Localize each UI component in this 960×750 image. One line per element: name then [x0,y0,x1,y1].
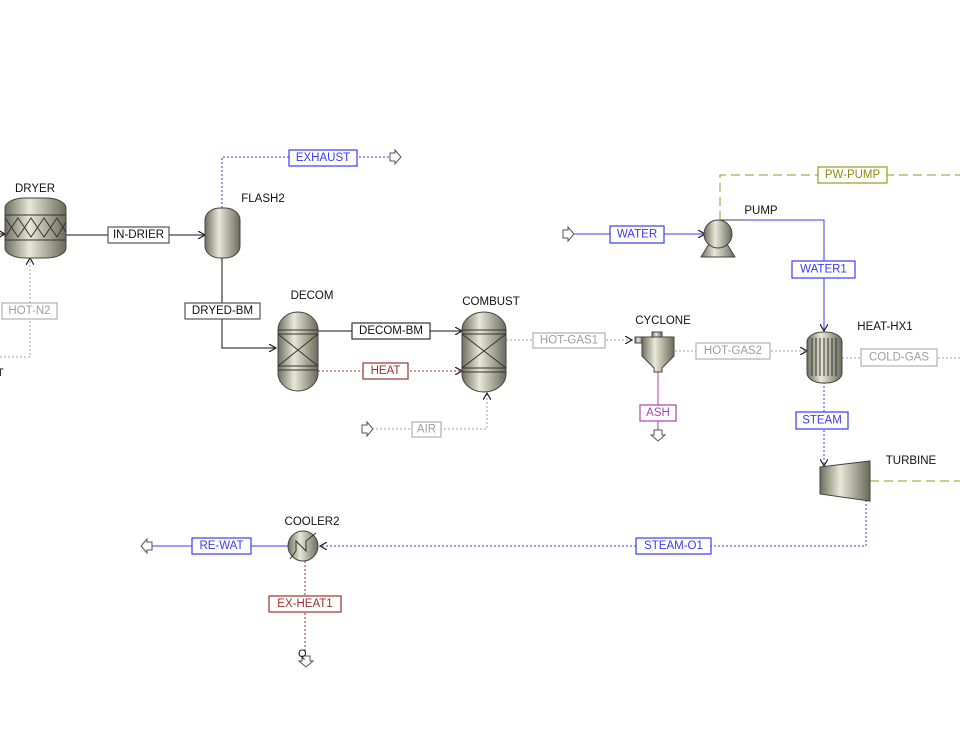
stream-label-water1[interactable]: WATER1 [791,260,856,279]
steam-o1-line[interactable] [320,500,867,546]
ash-text: ASH [646,407,670,419]
pump-label: PUMP [744,205,778,217]
stream-label-water[interactable]: WATER [609,225,665,244]
hot-n2-text: HOT-N2 [8,305,50,317]
water-text: WATER [617,229,657,241]
cut-off-label: T [0,367,4,379]
decom-bm-text: DECOM-BM [359,325,423,337]
exhaust-product-arrow-icon[interactable] [389,148,402,166]
heat-hx1-label: HEAT-HX1 [857,321,912,333]
flash2-label: FLASH2 [241,193,284,205]
air-feed-arrow-icon[interactable] [361,420,374,438]
hot-gas1-text: HOT-GAS1 [540,335,598,347]
combust-block[interactable] [461,311,507,393]
stream-label-ex-heat1[interactable]: EX-HEAT1 [268,595,342,613]
stream-label-ash[interactable]: ASH [639,404,677,422]
stream-label-steam-o1[interactable]: STEAM-O1 [635,537,712,555]
stream-label-re-wat[interactable]: RE-WAT [191,537,252,555]
cyclone-block[interactable] [634,331,675,373]
stream-label-cold-gas[interactable]: COLD-GAS [860,348,938,367]
dryer-label: DRYER [15,183,55,195]
stream-label-heat[interactable]: HEAT [362,362,409,380]
ash-product-arrow-icon[interactable] [649,429,667,442]
air-text: AIR [417,424,436,436]
exhaust-text: EXHAUST [296,152,350,164]
cyclone-label: CYCLONE [635,315,691,327]
water-feed-arrow-icon[interactable] [562,225,575,243]
cold-gas-text: COLD-GAS [869,352,929,364]
stream-label-dryed-bm[interactable]: DRYED-BM [184,302,261,320]
re-wat-product-arrow-icon[interactable] [140,537,153,555]
combust-label: COMBUST [462,296,520,308]
cooler2-label: COOLER2 [285,516,340,528]
decom-block[interactable] [277,311,319,392]
decom-label: DECOM [291,290,334,302]
hot-gas2-text: HOT-GAS2 [704,345,762,357]
ex-heat1-text: EX-HEAT1 [277,598,332,610]
stream-label-decom-bm[interactable]: DECOM-BM [351,322,431,340]
flash2-block[interactable] [204,207,241,259]
stream-label-in-drier[interactable]: IN-DRIER [107,226,170,244]
cooler2-block[interactable] [287,530,319,562]
heat-text: HEAT [371,365,401,377]
steam-text: STEAM [802,415,842,427]
dryed-bm-text: DRYED-BM [192,305,253,317]
pump-block[interactable] [700,219,746,258]
re-wat-text: RE-WAT [199,540,243,552]
water1-text: WATER1 [800,264,847,276]
heat-symbol: Q [298,648,307,660]
stream-label-air[interactable]: AIR [411,421,442,438]
stream-label-steam[interactable]: STEAM [795,411,849,430]
in-drier-text: IN-DRIER [113,229,164,241]
dryer-block[interactable] [4,197,67,259]
turbine-block[interactable] [819,460,871,502]
stream-label-pw-pump[interactable]: PW-PUMP [817,166,888,184]
pw-pump-text: PW-PUMP [825,169,881,181]
steam-o1-text: STEAM-O1 [644,540,703,552]
stream-label-hot-gas1[interactable]: HOT-GAS1 [532,332,606,349]
stream-label-hot-gas2[interactable]: HOT-GAS2 [695,342,771,360]
turbine-label: TURBINE [886,455,937,467]
flowsheet: Q DRYER FLASH2 DECOM COMBUST CYCLONE HEA… [0,148,960,668]
stream-label-exhaust[interactable]: EXHAUST [288,149,358,167]
heat-hx1-block[interactable] [806,331,843,384]
stream-label-hot-n2[interactable]: HOT-N2 [1,302,58,320]
